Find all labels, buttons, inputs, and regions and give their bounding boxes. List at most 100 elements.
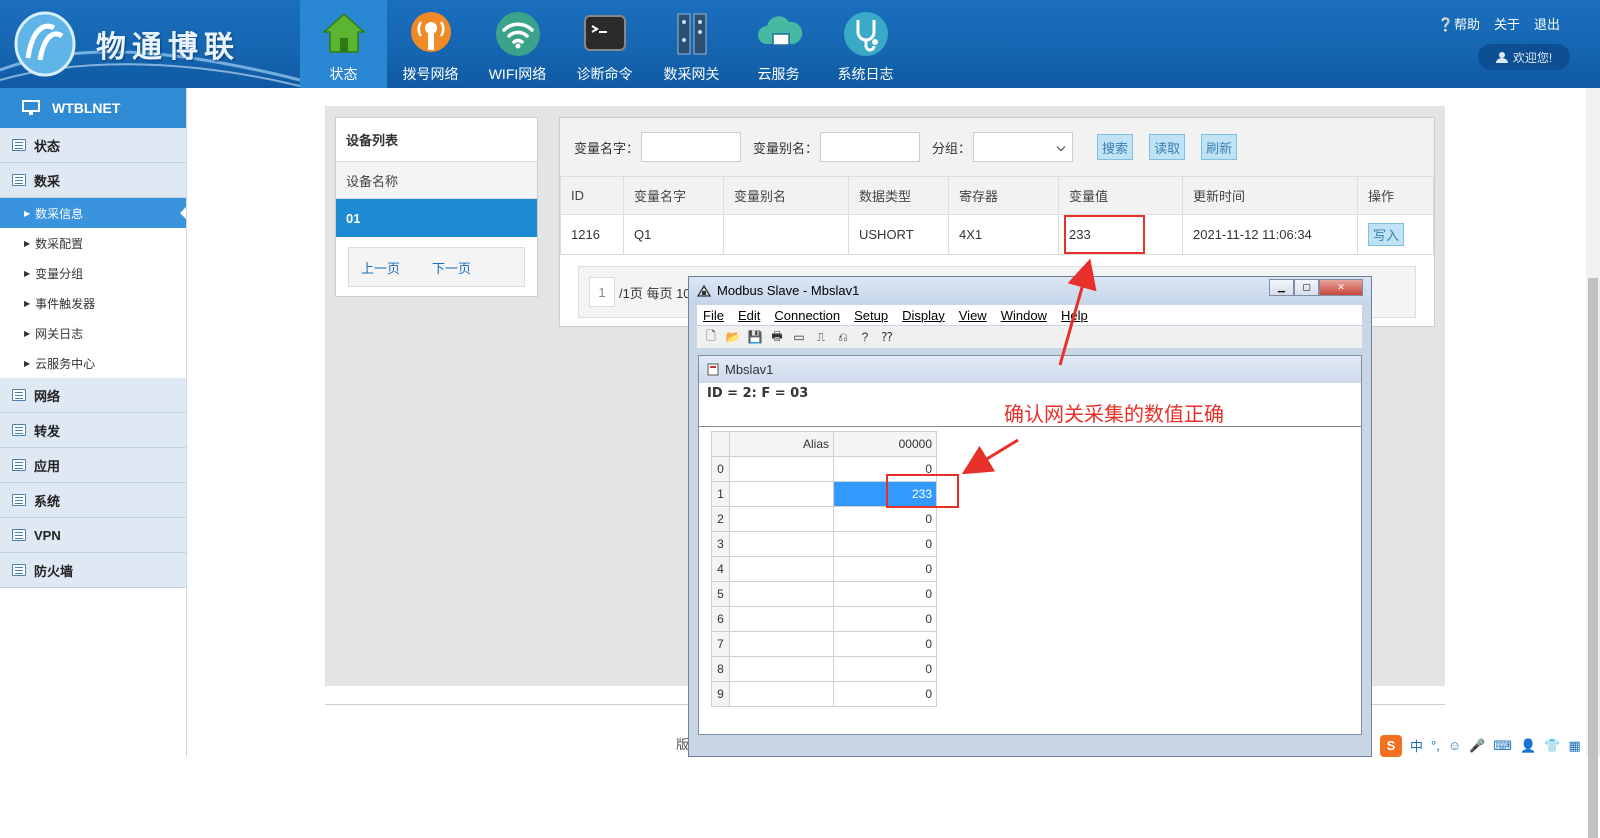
alias-header: Alias	[729, 431, 834, 457]
page-scrollbar[interactable]	[1586, 88, 1600, 838]
value-cell[interactable]: 0	[833, 681, 937, 707]
sidebar-item-data-collection[interactable]: 数采	[0, 163, 186, 198]
nav-gateway[interactable]: 数采网关	[648, 0, 735, 88]
new-file-icon[interactable]: 🗋	[703, 329, 719, 345]
welcome-badge[interactable]: 欢迎您!	[1478, 44, 1570, 70]
var-name-input[interactable]	[641, 132, 742, 162]
col-data-type: 数据类型	[848, 176, 949, 215]
refresh-button[interactable]: 刷新	[1201, 134, 1238, 160]
child-titlebar[interactable]: Mbslav1	[699, 356, 1361, 383]
alias-cell[interactable]	[729, 631, 834, 657]
help-icon[interactable]: ?	[857, 329, 873, 345]
nav-diagnostics[interactable]: 诊断命令	[561, 0, 648, 88]
logout-link[interactable]: 退出	[1534, 14, 1560, 33]
value-cell[interactable]: 0	[833, 631, 937, 657]
alias-cell[interactable]	[729, 681, 834, 707]
maximize-icon[interactable]: ▢	[1294, 279, 1319, 296]
sidebar-subitem-data-info[interactable]: ▶ 数采信息	[0, 198, 186, 228]
sidebar-subitem-gateway-log[interactable]: ▶ 网关日志	[0, 318, 186, 348]
alias-cell[interactable]	[729, 481, 834, 507]
close-icon[interactable]: ✕	[1319, 279, 1363, 296]
context-help-icon[interactable]: ⁇	[879, 329, 895, 345]
group-select[interactable]	[973, 132, 1074, 162]
read-button[interactable]: 读取	[1149, 134, 1186, 160]
sogou-ime-icon[interactable]: S	[1380, 734, 1402, 757]
punctuation-icon[interactable]: °,	[1431, 738, 1440, 753]
grid-menu-icon[interactable]: ▦	[1568, 738, 1580, 754]
menu-edit[interactable]: Edit	[738, 308, 760, 323]
user-icon[interactable]: 👤	[1520, 738, 1536, 754]
menu-file[interactable]: File	[703, 308, 724, 323]
value-cell[interactable]: 0	[833, 581, 937, 607]
microphone-icon[interactable]: 🎤	[1469, 738, 1485, 754]
sidebar-item-network[interactable]: 网络	[0, 378, 186, 413]
modbus-titlebar[interactable]: Modbus Slave - Mbslav1 ▁ ▢ ✕	[689, 277, 1371, 304]
slave-id-function: ID = 2: F = 03	[707, 386, 809, 401]
brand-name: 物通博联	[96, 30, 240, 65]
ime-mode-label[interactable]: 中	[1410, 736, 1423, 755]
alias-cell[interactable]	[729, 656, 834, 682]
var-alias-input[interactable]	[820, 132, 921, 162]
menu-view[interactable]: View	[959, 308, 987, 323]
sidebar-item-forward[interactable]: 转发	[0, 413, 186, 448]
menu-window[interactable]: Window	[1001, 308, 1047, 323]
sidebar-item-status[interactable]: 状态	[0, 128, 186, 163]
emoji-icon[interactable]: ☺	[1448, 738, 1461, 753]
menu-connection[interactable]: Connection	[774, 308, 840, 323]
window-icon[interactable]: ▭	[791, 329, 807, 345]
cell-action: 写入	[1357, 214, 1434, 255]
alias-cell[interactable]	[729, 556, 834, 582]
alias-cell[interactable]	[729, 456, 834, 482]
top-links: ❔帮助 关于 退出	[1438, 14, 1560, 33]
sidebar-item-system[interactable]: 系统	[0, 483, 186, 518]
help-link[interactable]: ❔帮助	[1438, 14, 1480, 33]
nav-cloud[interactable]: 云服务	[735, 0, 822, 88]
value-cell[interactable]: 0	[833, 606, 937, 632]
menu-setup[interactable]: Setup	[854, 308, 888, 323]
nav-status[interactable]: 状态	[300, 0, 387, 88]
col-id: ID	[560, 176, 624, 215]
value-cell[interactable]: 0	[833, 531, 937, 557]
minimize-icon[interactable]: ▁	[1269, 279, 1294, 296]
sidebar-item-vpn[interactable]: VPN	[0, 518, 186, 553]
device-row-selected[interactable]: 01	[336, 199, 537, 237]
keyboard-icon[interactable]: ⌨	[1493, 738, 1512, 754]
alias-cell[interactable]	[729, 606, 834, 632]
next-page-link[interactable]: 下一页	[432, 258, 471, 277]
open-folder-icon[interactable]: 📂	[725, 329, 741, 345]
sidebar-item-application[interactable]: 应用	[0, 448, 186, 483]
nav-syslog[interactable]: 系统日志	[822, 0, 909, 88]
page-info: /1页 每页 10	[619, 285, 691, 301]
value-cell[interactable]: 0	[833, 556, 937, 582]
connect-icon[interactable]: ⎍	[813, 329, 829, 345]
disconnect-icon[interactable]: ⎌	[835, 329, 851, 345]
write-button[interactable]: 写入	[1368, 223, 1405, 246]
alias-cell[interactable]	[729, 531, 834, 557]
search-button[interactable]: 搜索	[1097, 134, 1134, 160]
col-var-alias: 变量别名	[723, 176, 849, 215]
prev-page-link[interactable]: 上一页	[361, 258, 400, 277]
menu-help[interactable]: Help	[1061, 308, 1088, 323]
alias-cell[interactable]	[729, 581, 834, 607]
sidebar-subitem-cloud-center[interactable]: ▶ 云服务中心	[0, 348, 186, 378]
table-row: 40	[711, 556, 937, 582]
about-link[interactable]: 关于	[1494, 14, 1520, 33]
sidebar-subitem-var-group[interactable]: ▶ 变量分组	[0, 258, 186, 288]
value-cell[interactable]: 0	[833, 506, 937, 532]
sidebar-item-firewall[interactable]: 防火墙	[0, 553, 186, 588]
nav-wifi[interactable]: WIFI网络	[474, 0, 561, 88]
page-input[interactable]: 1	[589, 277, 615, 307]
print-icon[interactable]: 🖶	[769, 329, 785, 345]
modbus-menubar: File Edit Connection Setup Display View …	[697, 305, 1362, 325]
alias-cell[interactable]	[729, 506, 834, 532]
menu-display[interactable]: Display	[902, 308, 945, 323]
ime-toolbar: S 中 °, ☺ 🎤 ⌨ 👤 👕 ▦	[1376, 734, 1600, 757]
filter-bar: 变量名字： 变量别名： 分组： 搜索 读取 刷新	[560, 118, 1434, 176]
value-cell[interactable]: 0	[833, 656, 937, 682]
grid-header-row: Alias 00000	[711, 431, 937, 457]
nav-dialup[interactable]: 拨号网络	[387, 0, 474, 88]
sidebar-subitem-data-config[interactable]: ▶ 数采配置	[0, 228, 186, 258]
skin-icon[interactable]: 👕	[1544, 738, 1560, 754]
sidebar-subitem-event-trigger[interactable]: ▶ 事件触发器	[0, 288, 186, 318]
save-icon[interactable]: 💾	[747, 329, 763, 345]
